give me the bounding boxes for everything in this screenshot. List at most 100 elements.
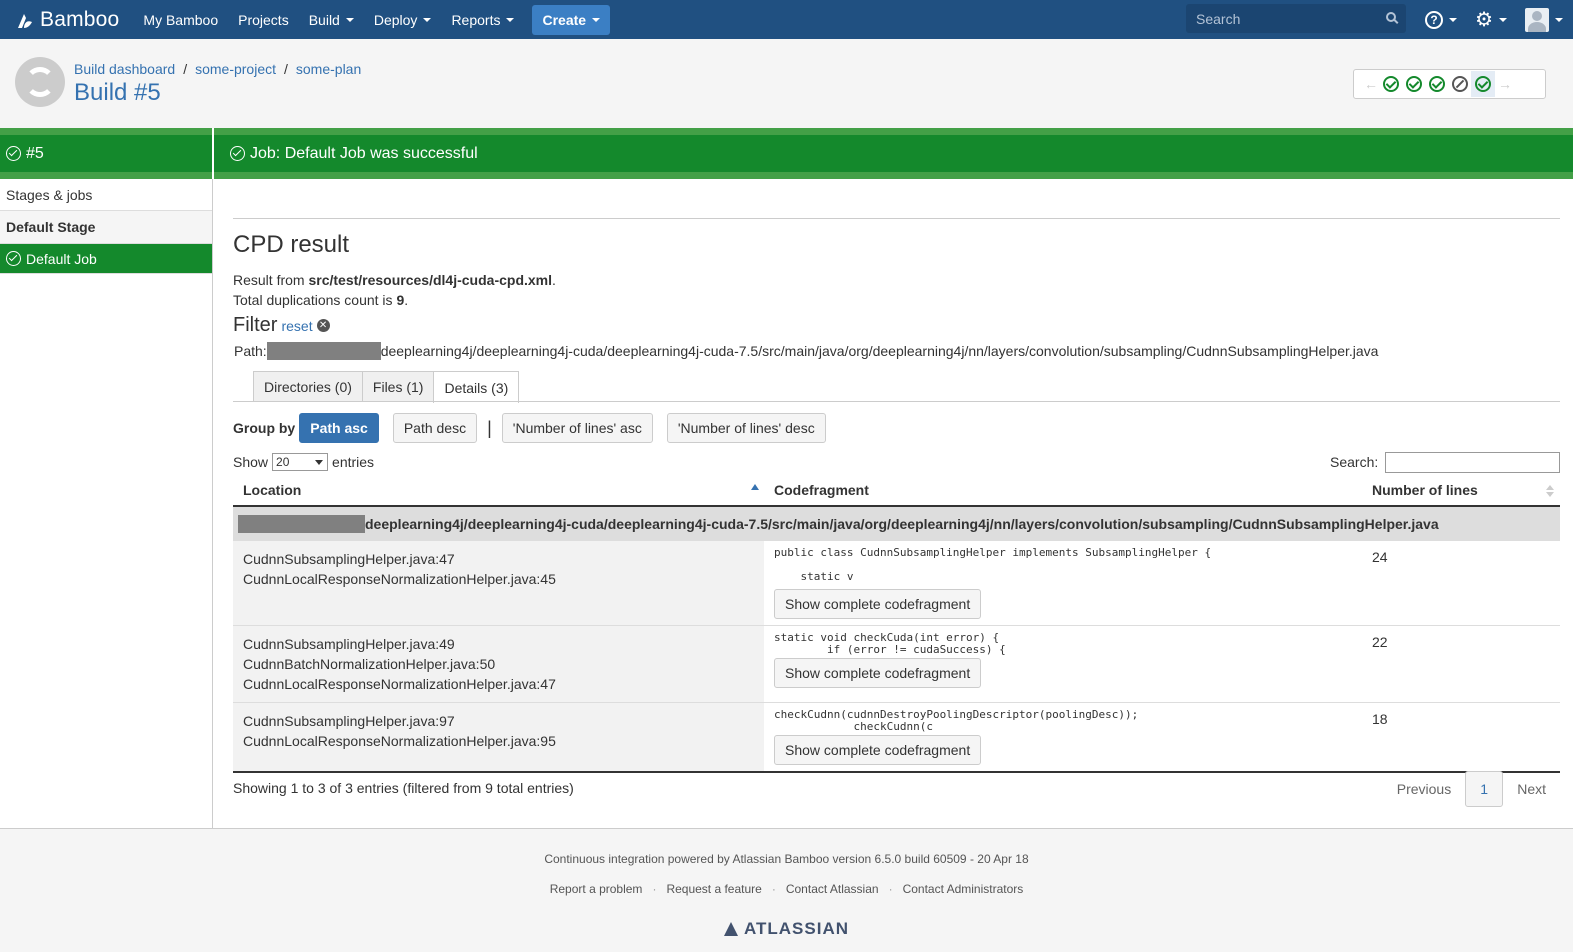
chevron-down-icon	[345, 17, 354, 22]
sort-down-icon	[1546, 492, 1554, 497]
codefragment-cell: public class CudnnSubsamplingHelper impl…	[764, 541, 1362, 625]
report-problem-link[interactable]: Report a problem	[550, 882, 643, 896]
codefragment-cell: checkCudnn(cudnnDestroyPoolingDescriptor…	[764, 703, 1362, 771]
main-nav: My Bamboo Projects Build Deploy Reports …	[133, 0, 611, 39]
next-page-button[interactable]: Next	[1503, 781, 1560, 797]
powered-by-text: Continuous integration powered by Atlass…	[544, 852, 1029, 866]
current-build-marker[interactable]	[1471, 71, 1495, 97]
search-icon	[1386, 12, 1396, 22]
build-success-icon[interactable]	[1383, 76, 1399, 92]
nav-deploy[interactable]: Deploy	[364, 0, 442, 39]
location-item: CudnnSubsamplingHelper.java:47	[243, 551, 455, 567]
entries-label: entries	[332, 454, 375, 470]
result-from-prefix: Result from	[233, 272, 309, 288]
path-label: Path:	[234, 343, 267, 359]
chevron-down-icon	[1555, 17, 1563, 22]
nav-reports[interactable]: Reports	[441, 0, 524, 39]
top-navigation-bar: Bamboo My Bamboo Projects Build Deploy R…	[0, 0, 1573, 39]
column-number-of-lines[interactable]: Number of lines	[1372, 482, 1478, 498]
tab-directories[interactable]: Directories (0)	[253, 371, 363, 402]
success-check-icon	[6, 251, 21, 266]
footer: Continuous integration powered by Atlass…	[0, 828, 1573, 952]
search-input[interactable]: Search	[1186, 4, 1406, 33]
nav-my-bamboo[interactable]: My Bamboo	[133, 0, 228, 39]
build-success-icon	[1475, 76, 1491, 92]
sidebar-job-label: Default Job	[26, 250, 97, 267]
show-codefragment-button[interactable]: Show complete codefragment	[774, 658, 982, 688]
page-title[interactable]: Build #5	[74, 79, 161, 107]
total-prefix: Total duplications count is	[233, 292, 397, 308]
show-codefragment-button[interactable]: Show complete codefragment	[774, 735, 982, 765]
build-number-status: #5	[0, 128, 212, 179]
group-by-label: Group by	[233, 420, 296, 436]
breadcrumb-project[interactable]: some-project	[195, 61, 276, 77]
nav-deploy-label: Deploy	[373, 11, 418, 28]
contact-administrators-link[interactable]: Contact Administrators	[903, 882, 1024, 896]
build-success-icon[interactable]	[1406, 76, 1422, 92]
breadcrumb-separator: /	[284, 61, 288, 77]
breadcrumb-separator: /	[183, 61, 188, 77]
result-file: src/test/resources/dl4j-cuda-cpd.xml	[308, 272, 553, 288]
close-icon[interactable]: ✕	[316, 319, 330, 332]
show-codefragment-button[interactable]: Show complete codefragment	[774, 589, 982, 619]
filter-path: Path: deeplearning4j/deeplearning4j-cuda…	[234, 342, 1378, 360]
sidebar-item-default-job[interactable]: Default Job	[0, 244, 212, 274]
path-asc-button[interactable]: Path asc	[299, 413, 379, 443]
column-codefragment: Codefragment	[774, 482, 869, 498]
codefragment-cell: static void checkCuda(int error) { if (e…	[764, 626, 1362, 702]
lines-asc-button[interactable]: 'Number of lines' asc	[501, 413, 653, 443]
reset-filter-link[interactable]: reset	[281, 318, 312, 334]
location-item: CudnnLocalResponseNormalizationHelper.ja…	[243, 676, 556, 692]
group-path: deeplearning4j/deeplearning4j-cuda/deepl…	[365, 516, 1439, 532]
bamboo-logo[interactable]: Bamboo	[14, 0, 119, 39]
user-menu[interactable]	[1525, 7, 1563, 32]
build-not-built-icon[interactable]	[1452, 76, 1468, 92]
number-of-lines-cell: 18	[1372, 711, 1388, 727]
separator-dot: ·	[652, 882, 657, 896]
chevron-down-icon	[506, 17, 515, 22]
breadcrumb: Build dashboard / some-project / some-pl…	[74, 61, 361, 77]
result-tabs: Directories (0) Files (1) Details (3)	[253, 371, 520, 403]
sidebar-stage: Default Stage	[0, 211, 212, 244]
show-label: Show	[233, 454, 269, 470]
cpd-table: Location Codefragment Number of lines de…	[233, 475, 1560, 773]
help-menu[interactable]: ?	[1425, 10, 1458, 29]
sort-up-icon	[1546, 485, 1554, 490]
breadcrumb-plan[interactable]: some-plan	[296, 61, 361, 77]
path-value: deeplearning4j/deeplearning4j-cuda/deepl…	[380, 343, 1379, 359]
lines-desc-button[interactable]: 'Number of lines' desc	[666, 413, 826, 443]
separator: |	[487, 417, 492, 438]
search-placeholder: Search	[1196, 10, 1241, 27]
arrow-right-icon[interactable]: →	[1498, 76, 1512, 92]
column-location[interactable]: Location	[243, 482, 301, 498]
table-row: CudnnSubsamplingHelper.java:49 CudnnBatc…	[233, 626, 1560, 703]
tab-details[interactable]: Details (3)	[433, 371, 520, 403]
request-feature-link[interactable]: Request a feature	[666, 882, 761, 896]
avatar	[1525, 7, 1549, 32]
tabs-divider	[233, 401, 1560, 402]
build-success-icon[interactable]	[1429, 76, 1445, 92]
group-row: deeplearning4j/deeplearning4j-cuda/deepl…	[233, 507, 1560, 541]
previous-page-button[interactable]: Previous	[1383, 781, 1465, 797]
sidebar-item-stages-jobs[interactable]: Stages & jobs	[0, 179, 212, 211]
nav-build[interactable]: Build	[299, 0, 364, 39]
location-item: CudnnSubsamplingHelper.java:49	[243, 636, 455, 652]
page-1-button[interactable]: 1	[1465, 771, 1504, 807]
chevron-down-icon	[1449, 17, 1458, 22]
table-search-input[interactable]	[1385, 452, 1560, 473]
path-desc-button[interactable]: Path desc	[392, 413, 478, 443]
breadcrumb-build-dashboard[interactable]: Build dashboard	[74, 61, 175, 77]
atlassian-logo[interactable]: ATLASSIAN	[0, 919, 1573, 939]
success-check-icon	[6, 146, 21, 161]
arrow-left-icon[interactable]: ←	[1364, 76, 1378, 92]
build-header: Build dashboard / some-project / some-pl…	[0, 39, 1573, 128]
admin-menu[interactable]: ⚙	[1475, 10, 1507, 30]
contact-atlassian-link[interactable]: Contact Atlassian	[786, 882, 879, 896]
nav-projects[interactable]: Projects	[228, 0, 299, 39]
section-title: CPD result	[233, 231, 350, 258]
tab-files[interactable]: Files (1)	[361, 371, 435, 402]
result-from-text: Result from src/test/resources/dl4j-cuda…	[233, 272, 556, 288]
divider	[233, 218, 1560, 219]
page-size-select[interactable]: 20	[272, 453, 329, 471]
create-button[interactable]: Create	[532, 4, 611, 35]
